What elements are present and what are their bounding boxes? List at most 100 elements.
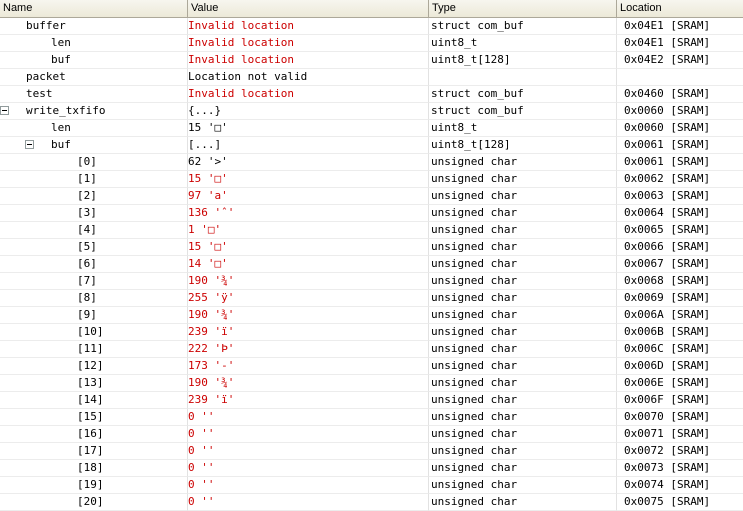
value-cell[interactable]: 0 ''	[188, 477, 429, 494]
table-row[interactable]: [20] 0 '' unsigned char 0x0075 [SRAM]	[0, 494, 743, 511]
variable-value: 136 'ˆ'	[188, 206, 235, 219]
table-row[interactable]: [12] 173 '-' unsigned char 0x006D [SRAM]	[0, 358, 743, 375]
table-row[interactable]: len Invalid location uint8_t 0x04E1 [SRAM]	[0, 35, 743, 52]
name-cell: [12]	[0, 358, 188, 375]
table-row[interactable]: [9] 190 '¾' unsigned char 0x006A [SRAM]	[0, 307, 743, 324]
variable-value: [...]	[188, 138, 222, 151]
location-cell: 0x0064 [SRAM]	[617, 205, 743, 222]
column-header-type[interactable]: Type	[429, 0, 617, 17]
value-cell[interactable]: 239 'ï'	[188, 392, 429, 409]
value-cell[interactable]: Invalid location	[188, 35, 429, 52]
value-cell[interactable]: 190 '¾'	[188, 375, 429, 392]
type-cell: unsigned char	[429, 477, 617, 494]
table-row[interactable]: [18] 0 '' unsigned char 0x0073 [SRAM]	[0, 460, 743, 477]
location-cell: 0x0071 [SRAM]	[617, 426, 743, 443]
value-cell[interactable]: [...]	[188, 137, 429, 154]
table-row[interactable]: test Invalid location struct com_buf 0x0460…	[0, 86, 743, 103]
table-row[interactable]: [13] 190 '¾' unsigned char 0x006E [SRAM]	[0, 375, 743, 392]
name-cell: [5]	[0, 239, 188, 256]
table-row[interactable]: [1] 15 '□' unsigned char 0x0062 [SRAM]	[0, 171, 743, 188]
column-header-name[interactable]: Name	[0, 0, 188, 17]
table-row[interactable]: buf Invalid location uint8_t[128] 0x04E2 [S…	[0, 52, 743, 69]
value-cell[interactable]: 0 ''	[188, 426, 429, 443]
table-row[interactable]: [3] 136 'ˆ' unsigned char 0x0064 [SRAM]	[0, 205, 743, 222]
value-cell[interactable]: Invalid location	[188, 52, 429, 69]
location-cell: 0x006A [SRAM]	[617, 307, 743, 324]
location-cell: 0x0062 [SRAM]	[617, 171, 743, 188]
value-cell[interactable]: 0 ''	[188, 460, 429, 477]
value-cell[interactable]: 0 ''	[188, 494, 429, 511]
name-cell: buf	[0, 52, 188, 69]
variable-name: buffer	[26, 19, 66, 32]
table-row[interactable]: [14] 239 'ï' unsigned char 0x006F [SRAM]	[0, 392, 743, 409]
value-cell[interactable]: 1 '□'	[188, 222, 429, 239]
value-cell[interactable]: Invalid location	[188, 18, 429, 35]
variable-name: [5]	[77, 240, 97, 253]
table-row[interactable]: [17] 0 '' unsigned char 0x0072 [SRAM]	[0, 443, 743, 460]
watch-table-body: buffer Invalid location struct com_buf 0x04…	[0, 18, 743, 511]
value-cell[interactable]: 255 'ÿ'	[188, 290, 429, 307]
table-row[interactable]: [10] 239 'ï' unsigned char 0x006B [SRAM]	[0, 324, 743, 341]
type-cell: struct com_buf	[429, 18, 617, 35]
value-cell[interactable]: 173 '-'	[188, 358, 429, 375]
table-row[interactable]: [0] 62 '>' unsigned char 0x0061 [SRAM]	[0, 154, 743, 171]
value-cell[interactable]: 15 '□'	[188, 171, 429, 188]
name-cell: [0]	[0, 154, 188, 171]
value-cell[interactable]: 190 '¾'	[188, 307, 429, 324]
name-cell: packet	[0, 69, 188, 86]
table-row[interactable]: packet Location not valid	[0, 69, 743, 86]
value-cell[interactable]: 136 'ˆ'	[188, 205, 429, 222]
value-cell[interactable]: 62 '>'	[188, 154, 429, 171]
column-header-value[interactable]: Value	[188, 0, 429, 17]
collapse-icon[interactable]	[0, 106, 9, 115]
location-cell: 0x0069 [SRAM]	[617, 290, 743, 307]
collapse-icon[interactable]	[25, 140, 34, 149]
variable-name: [10]	[77, 325, 104, 338]
location-cell: 0x0061 [SRAM]	[617, 154, 743, 171]
value-cell[interactable]: 190 '¾'	[188, 273, 429, 290]
table-row[interactable]: [16] 0 '' unsigned char 0x0071 [SRAM]	[0, 426, 743, 443]
variable-value: 0 ''	[188, 427, 215, 440]
table-row[interactable]: [19] 0 '' unsigned char 0x0074 [SRAM]	[0, 477, 743, 494]
table-row[interactable]: [5] 15 '□' unsigned char 0x0066 [SRAM]	[0, 239, 743, 256]
location-cell: 0x0073 [SRAM]	[617, 460, 743, 477]
table-row[interactable]: len 15 '□' uint8_t 0x0060 [SRAM]	[0, 120, 743, 137]
table-row[interactable]: [11] 222 'Þ' unsigned char 0x006C [SRAM]	[0, 341, 743, 358]
type-cell: uint8_t	[429, 35, 617, 52]
type-cell	[429, 69, 617, 86]
table-row[interactable]: buffer Invalid location struct com_buf 0x04…	[0, 18, 743, 35]
type-cell: unsigned char	[429, 324, 617, 341]
variable-value: 239 'ï'	[188, 393, 235, 406]
value-cell[interactable]: 0 ''	[188, 443, 429, 460]
table-row[interactable]: [6] 14 '□' unsigned char 0x0067 [SRAM]	[0, 256, 743, 273]
table-row[interactable]: [2] 97 'a' unsigned char 0x0063 [SRAM]	[0, 188, 743, 205]
value-cell[interactable]: 222 'Þ'	[188, 341, 429, 358]
variable-value: 15 '□'	[188, 172, 228, 185]
variable-value: 0 ''	[188, 478, 215, 491]
location-cell: 0x0061 [SRAM]	[617, 137, 743, 154]
value-cell[interactable]: 15 '□'	[188, 239, 429, 256]
variable-value: 222 'Þ'	[188, 342, 235, 355]
variable-name: [15]	[77, 410, 104, 423]
table-row[interactable]: [4] 1 '□' unsigned char 0x0065 [SRAM]	[0, 222, 743, 239]
variable-name: [17]	[77, 444, 104, 457]
name-cell: [8]	[0, 290, 188, 307]
location-cell	[617, 69, 743, 86]
variable-value: 0 ''	[188, 444, 215, 457]
value-cell[interactable]: 0 ''	[188, 409, 429, 426]
value-cell[interactable]: 15 '□'	[188, 120, 429, 137]
value-cell[interactable]: {...}	[188, 103, 429, 120]
table-row[interactable]: write_txfifo {...} struct com_buf 0x0060 [S…	[0, 103, 743, 120]
type-cell: unsigned char	[429, 460, 617, 477]
table-row[interactable]: buf [...] uint8_t[128] 0x0061 [SRAM]	[0, 137, 743, 154]
value-cell[interactable]: 97 'a'	[188, 188, 429, 205]
value-cell[interactable]: 14 '□'	[188, 256, 429, 273]
value-cell[interactable]: 239 'ï'	[188, 324, 429, 341]
location-cell: 0x0075 [SRAM]	[617, 494, 743, 511]
column-header-location[interactable]: Location	[617, 0, 743, 17]
table-row[interactable]: [15] 0 '' unsigned char 0x0070 [SRAM]	[0, 409, 743, 426]
value-cell[interactable]: Invalid location	[188, 86, 429, 103]
value-cell[interactable]: Location not valid	[188, 69, 429, 86]
table-row[interactable]: [8] 255 'ÿ' unsigned char 0x0069 [SRAM]	[0, 290, 743, 307]
table-row[interactable]: [7] 190 '¾' unsigned char 0x0068 [SRAM]	[0, 273, 743, 290]
